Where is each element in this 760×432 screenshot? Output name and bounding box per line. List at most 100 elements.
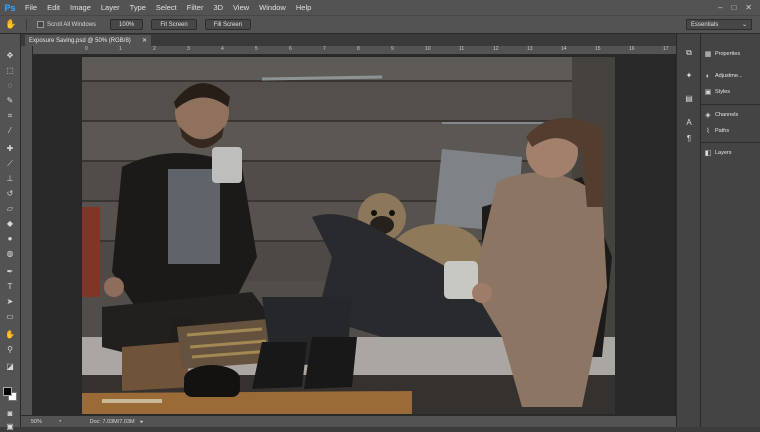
styles-icon: ▣ <box>704 89 712 96</box>
horizontal-ruler: 0 1 2 3 4 5 6 7 8 9 10 11 12 13 14 15 16 17 <box>33 46 676 55</box>
ruler-tick-label: 14 <box>561 46 567 52</box>
photo-illustration <box>82 57 615 414</box>
ruler-tick-label: 13 <box>527 46 533 52</box>
ruler-tick-label: 5 <box>255 46 258 52</box>
panel-paths-label: Paths <box>715 128 730 134</box>
quick-mask-icon[interactable]: ◙ <box>3 408 17 419</box>
ruler-tick-label: 7 <box>323 46 326 52</box>
ruler-tick-label: 1 <box>119 46 122 52</box>
menu-type[interactable]: Type <box>125 3 151 12</box>
document-tab-bar: Exposure Saving.psd @ 50% (RGB/8) ✕ <box>21 34 676 46</box>
brush-tool-icon[interactable]: ⟋ <box>3 158 17 169</box>
dodge-tool-icon[interactable]: ◍ <box>3 248 17 259</box>
clone-stamp-tool-icon[interactable]: ⊥ <box>3 173 17 184</box>
fill-screen-button[interactable]: Fill Screen <box>204 19 252 30</box>
eraser-tool-icon[interactable]: ▱ <box>3 203 17 214</box>
menu-edit[interactable]: Edit <box>42 3 65 12</box>
menu-help[interactable]: Help <box>291 3 316 12</box>
panel-channels-label: Channels <box>715 112 739 118</box>
menu-view[interactable]: View <box>228 3 254 12</box>
divider <box>701 142 760 143</box>
ruler-tick-label: 3 <box>187 46 190 52</box>
panel-styles-label: Styles <box>715 89 730 95</box>
blur-tool-icon[interactable]: ● <box>3 233 17 244</box>
menu-file[interactable]: File <box>20 3 42 12</box>
ruler-tick-label: 10 <box>425 46 431 52</box>
ruler-tick-label: 9 <box>391 46 394 52</box>
maximize-icon[interactable]: □ <box>731 3 736 12</box>
minimize-icon[interactable]: – <box>718 3 722 12</box>
zoom-100-button[interactable]: 100% <box>110 19 144 30</box>
paragraph-panel-icon[interactable]: ¶ <box>683 132 695 144</box>
workspace-select[interactable]: Essentials ⌄ <box>686 19 752 30</box>
clone-source-panel-icon[interactable]: ▤ <box>683 92 695 104</box>
history-panel-icon[interactable]: ⧉ <box>683 47 695 59</box>
paint-bucket-tool-icon[interactable]: ◆ <box>3 218 17 229</box>
brush-panel-icon[interactable]: ✦ <box>683 69 695 81</box>
properties-icon: ▦ <box>704 51 712 58</box>
ruler-tick-label: 6 <box>289 46 292 52</box>
close-icon[interactable]: ✕ <box>745 3 752 12</box>
ruler-tick-label: 17 <box>663 46 669 52</box>
ruler-tick-label: 0 <box>85 46 88 52</box>
default-colors-icon[interactable]: ◪ <box>3 361 17 372</box>
document-image[interactable] <box>82 57 615 414</box>
type-tool-icon[interactable]: T <box>3 281 17 292</box>
chevron-right-icon[interactable]: ▸ <box>141 419 144 425</box>
tools-panel: ✥ ⬚ ◌ ✎ ⌗ ⁄ ✚ ⟋ ⊥ ↺ ▱ ◆ ● ◍ ✒ T ➤ ▭ ✋ ⚲ … <box>0 34 21 431</box>
menu-image[interactable]: Image <box>65 3 96 12</box>
options-bar: ✋ Scroll All Windows 100% Fit Screen Fil… <box>0 15 760 34</box>
panel-channels[interactable]: ◈ Channels <box>701 107 760 123</box>
hand-tool-preset-icon[interactable]: ✋ <box>0 19 22 30</box>
crop-tool-icon[interactable]: ⌗ <box>3 110 17 121</box>
menu-3d[interactable]: 3D <box>208 3 228 12</box>
path-selection-tool-icon[interactable]: ➤ <box>3 296 17 307</box>
divider <box>701 104 760 105</box>
menu-filter[interactable]: Filter <box>182 3 209 12</box>
ruler-tick-label: 15 <box>595 46 601 52</box>
pen-tool-icon[interactable]: ✒ <box>3 266 17 277</box>
character-panel-icon[interactable]: A <box>683 116 695 128</box>
healing-brush-tool-icon[interactable]: ✚ <box>3 143 17 154</box>
ruler-tick-label: 16 <box>629 46 635 52</box>
zoom-level[interactable]: 50% <box>31 419 42 425</box>
menu-select[interactable]: Select <box>151 3 182 12</box>
quick-select-tool-icon[interactable]: ✎ <box>3 95 17 106</box>
scroll-all-windows-label: Scroll All Windows <box>47 21 97 28</box>
document-tab[interactable]: Exposure Saving.psd @ 50% (RGB/8) ✕ <box>25 35 151 46</box>
status-icon: ◔ <box>58 418 62 425</box>
divider <box>26 18 27 31</box>
document-size: Doc: 7.03M/7.03M <box>89 418 135 425</box>
collapsed-panel-strip: ⧉ ✦ ▤ A ¶ <box>676 34 700 427</box>
panel-properties[interactable]: ▦ Properties <box>701 46 760 62</box>
panel-styles[interactable]: ▣ Styles <box>701 84 760 100</box>
chevron-down-icon: ⌄ <box>741 22 747 28</box>
workspace-label: Essentials <box>691 21 719 28</box>
panel-paths[interactable]: ⌇ Paths <box>701 123 760 139</box>
move-tool-icon[interactable]: ✥ <box>3 50 17 61</box>
menu-bar: Ps File Edit Image Layer Type Select Fil… <box>0 0 760 15</box>
panel-layers-label: Layers <box>715 150 732 156</box>
panel-layers[interactable]: ◧ Layers <box>701 145 760 161</box>
scroll-all-windows-checkbox[interactable] <box>37 21 44 28</box>
document-tab-title: Exposure Saving.psd @ 50% (RGB/8) <box>29 37 131 44</box>
marquee-tool-icon[interactable]: ⬚ <box>3 65 17 76</box>
hand-tool-icon[interactable]: ✋ <box>3 329 17 340</box>
panel-adjustments-label: Adjustme... <box>715 73 743 79</box>
zoom-tool-icon[interactable]: ⚲ <box>3 344 17 355</box>
lasso-tool-icon[interactable]: ◌ <box>3 80 17 91</box>
foreground-color-swatch[interactable] <box>3 387 12 396</box>
panel-adjustments[interactable]: ◐ Adjustme... <box>701 68 760 84</box>
close-tab-icon[interactable]: ✕ <box>142 37 147 44</box>
shape-tool-icon[interactable]: ▭ <box>3 311 17 322</box>
history-brush-tool-icon[interactable]: ↺ <box>3 188 17 199</box>
ruler-tick-label: 2 <box>153 46 156 52</box>
fit-screen-button[interactable]: Fit Screen <box>151 19 197 30</box>
layers-icon: ◧ <box>704 150 712 157</box>
menu-window[interactable]: Window <box>254 3 291 12</box>
channels-icon: ◈ <box>705 112 711 119</box>
eyedropper-tool-icon[interactable]: ⁄ <box>3 125 17 136</box>
ruler-tick-label: 8 <box>357 46 360 52</box>
panels-dock: ▦ Properties ◐ Adjustme... ▣ Styles ◈ Ch… <box>700 34 760 427</box>
menu-layer[interactable]: Layer <box>96 3 125 12</box>
